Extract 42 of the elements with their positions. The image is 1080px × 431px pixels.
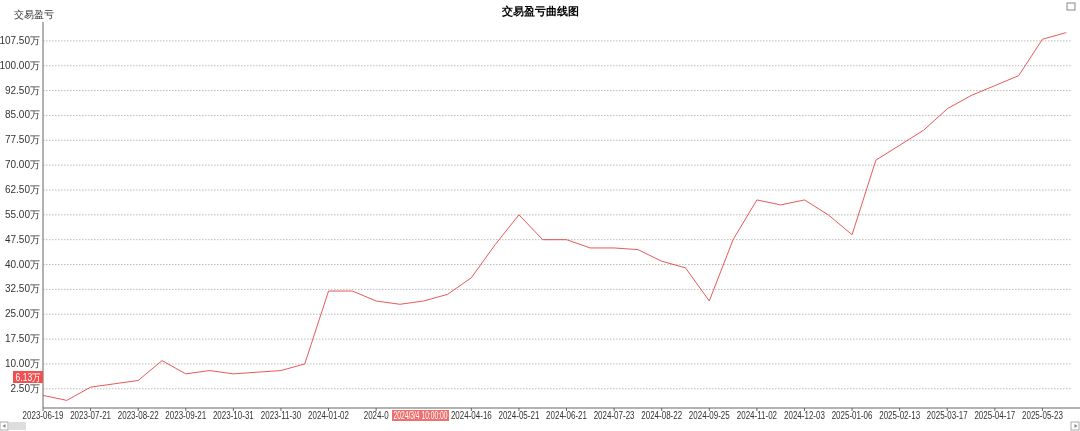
x-tick-label: 2024-05-21 xyxy=(498,410,540,421)
x-tick-label: 2024-11-02 xyxy=(736,410,778,421)
y-tick-label: 32.50万 xyxy=(4,283,40,295)
y-tick-label: 17.50万 xyxy=(4,333,40,345)
y-tick-label: 92.50万 xyxy=(4,84,40,96)
x-tick-label: 2025-03-17 xyxy=(926,410,968,421)
x-tick-label: 2024-04-16 xyxy=(450,410,492,421)
y-tick-label: 55.00万 xyxy=(4,208,40,220)
x-tick-label: 2025-05-23 xyxy=(1022,410,1063,421)
y-axis-label: 交易盈亏 xyxy=(14,9,54,20)
y-tick-label: 62.50万 xyxy=(4,184,40,195)
y-tick-label: 47.50万 xyxy=(4,233,40,245)
x-tick-label: 2023-09-21 xyxy=(165,410,207,421)
x-tick-label: 2024-06-21 xyxy=(546,410,587,421)
y-tick-label: 107.50万 xyxy=(0,34,40,46)
x-tick-label: 2024-0 xyxy=(363,410,389,421)
y-tick-label: 40.00万 xyxy=(4,258,40,270)
x-tick-label: 2023-10-31 xyxy=(212,410,254,421)
x-tick-label: 2023-06-19 xyxy=(22,410,64,421)
chart-title: 交易盈亏曲线图 xyxy=(501,5,579,17)
x-tick-label: 2025-01-06 xyxy=(831,410,873,421)
x-tick-label: 2024-08-22 xyxy=(641,410,683,421)
y-tick-label: 85.00万 xyxy=(4,109,40,121)
y-tick-label: 2.50万 xyxy=(10,382,40,394)
y-tick-label: 100.00万 xyxy=(0,59,40,71)
x-tick-label: 2024-07-23 xyxy=(593,410,635,421)
y-tick-label: 70.00万 xyxy=(4,159,40,171)
horizontal-scrollbar[interactable] xyxy=(0,421,1080,431)
y-tick-label: 25.00万 xyxy=(4,308,40,320)
x-tick-label: 2024-12-03 xyxy=(784,410,825,421)
x-tick-label: 2024-09-25 xyxy=(688,410,730,421)
x-tick-label: 2025-04-17 xyxy=(974,410,1016,421)
x-tick-label: 2025-02-13 xyxy=(879,410,921,421)
y-tick-label: 10.00万 xyxy=(4,357,40,369)
crosshair-date-label: 2024/3/4 10:00:00 xyxy=(392,409,449,421)
x-tick-label: 2023-07-21 xyxy=(70,410,112,421)
maximize-icon[interactable] xyxy=(1066,2,1076,11)
x-tick-label: 2023-08-22 xyxy=(117,410,159,421)
crosshair-value-label: 6.13万 xyxy=(13,371,43,384)
x-tick-label: 2023-11-30 xyxy=(260,410,302,421)
y-tick-label: 77.50万 xyxy=(4,134,40,146)
x-tick-label: 2024-01-02 xyxy=(308,410,349,421)
